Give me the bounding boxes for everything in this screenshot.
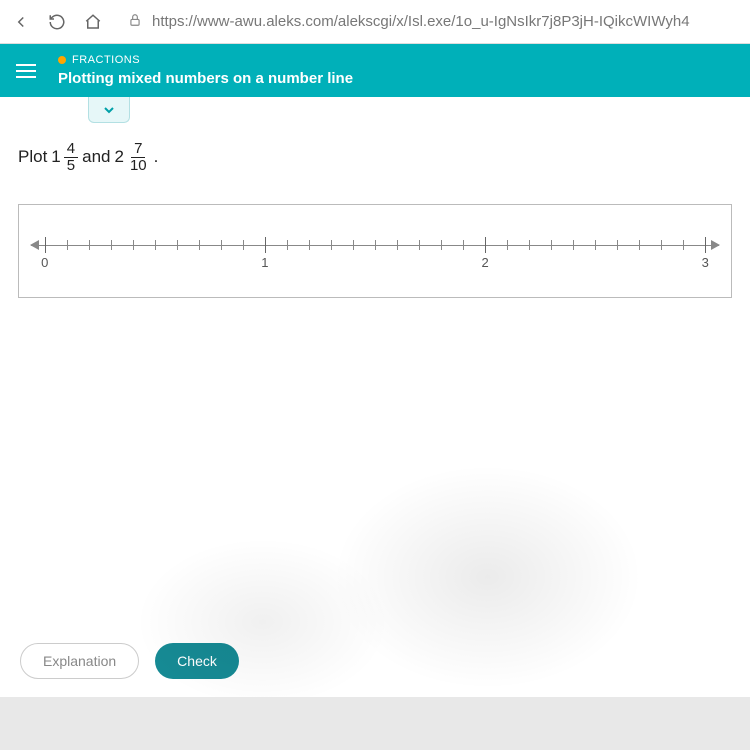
minor-tick — [353, 240, 354, 250]
tick-label: 1 — [261, 255, 268, 270]
major-tick — [265, 237, 266, 253]
question-prefix: Plot — [18, 147, 47, 167]
whole-1: 1 — [51, 147, 60, 167]
minor-tick — [375, 240, 376, 250]
denominator-2: 10 — [127, 158, 150, 174]
mixed-number-1: 1 4 5 — [51, 141, 78, 174]
arrow-right-icon — [711, 240, 720, 250]
app-header: FRACTIONS Plotting mixed numbers on a nu… — [0, 44, 750, 97]
question-suffix: . — [154, 147, 159, 167]
minor-tick — [331, 240, 332, 250]
minor-tick — [595, 240, 596, 250]
denominator-1: 5 — [64, 158, 78, 174]
back-icon[interactable] — [12, 13, 30, 31]
header-text: FRACTIONS Plotting mixed numbers on a nu… — [58, 54, 353, 87]
minor-tick — [111, 240, 112, 250]
minor-tick — [89, 240, 90, 250]
tick-label: 2 — [481, 255, 488, 270]
minor-tick — [397, 240, 398, 250]
numerator-2: 7 — [131, 141, 145, 158]
minor-tick — [507, 240, 508, 250]
chevron-down-icon — [101, 102, 117, 118]
tick-label: 0 — [41, 255, 48, 270]
mixed-number-2: 2 7 10 — [114, 141, 149, 174]
number-line-container: 0 1 2 3 — [18, 204, 732, 298]
category-label: FRACTIONS — [72, 54, 140, 66]
major-tick — [705, 237, 706, 253]
minor-tick — [463, 240, 464, 250]
minor-tick — [617, 240, 618, 250]
question-between: and — [82, 147, 110, 167]
minor-tick — [419, 240, 420, 250]
whole-2: 2 — [114, 147, 123, 167]
action-bar: Explanation Check — [20, 643, 239, 679]
minor-tick — [551, 240, 552, 250]
fraction-1: 4 5 — [64, 141, 78, 174]
lock-icon — [128, 13, 142, 31]
minor-tick — [133, 240, 134, 250]
explanation-button[interactable]: Explanation — [20, 643, 139, 679]
minor-tick — [177, 240, 178, 250]
minor-tick — [529, 240, 530, 250]
category-bullet-icon — [58, 56, 66, 64]
number-line[interactable]: 0 1 2 3 — [31, 237, 719, 271]
browser-toolbar: https://www-awu.aleks.com/alekscgi/x/Isl… — [0, 0, 750, 44]
content-area: Plot 1 4 5 and 2 7 10 . 0 1 2 3 Explanation… — [0, 97, 750, 697]
header-category: FRACTIONS — [58, 54, 353, 66]
address-bar[interactable]: https://www-awu.aleks.com/alekscgi/x/Isl… — [120, 13, 738, 31]
minor-tick — [661, 240, 662, 250]
minor-tick — [67, 240, 68, 250]
minor-tick — [683, 240, 684, 250]
numerator-1: 4 — [64, 141, 78, 158]
minor-tick — [441, 240, 442, 250]
major-tick — [485, 237, 486, 253]
minor-tick — [639, 240, 640, 250]
reload-icon[interactable] — [48, 13, 66, 31]
tick-label: 3 — [702, 255, 709, 270]
page-title: Plotting mixed numbers on a number line — [58, 70, 353, 87]
minor-tick — [243, 240, 244, 250]
minor-tick — [287, 240, 288, 250]
fraction-2: 7 10 — [127, 141, 150, 174]
arrow-left-icon — [30, 240, 39, 250]
collapse-tab[interactable] — [88, 97, 130, 123]
minor-tick — [573, 240, 574, 250]
url-text: https://www-awu.aleks.com/alekscgi/x/Isl… — [152, 13, 690, 30]
check-button[interactable]: Check — [155, 643, 239, 679]
menu-icon[interactable] — [16, 64, 36, 78]
minor-tick — [221, 240, 222, 250]
minor-tick — [309, 240, 310, 250]
minor-tick — [155, 240, 156, 250]
home-icon[interactable] — [84, 13, 102, 31]
minor-tick — [199, 240, 200, 250]
major-tick — [45, 237, 46, 253]
